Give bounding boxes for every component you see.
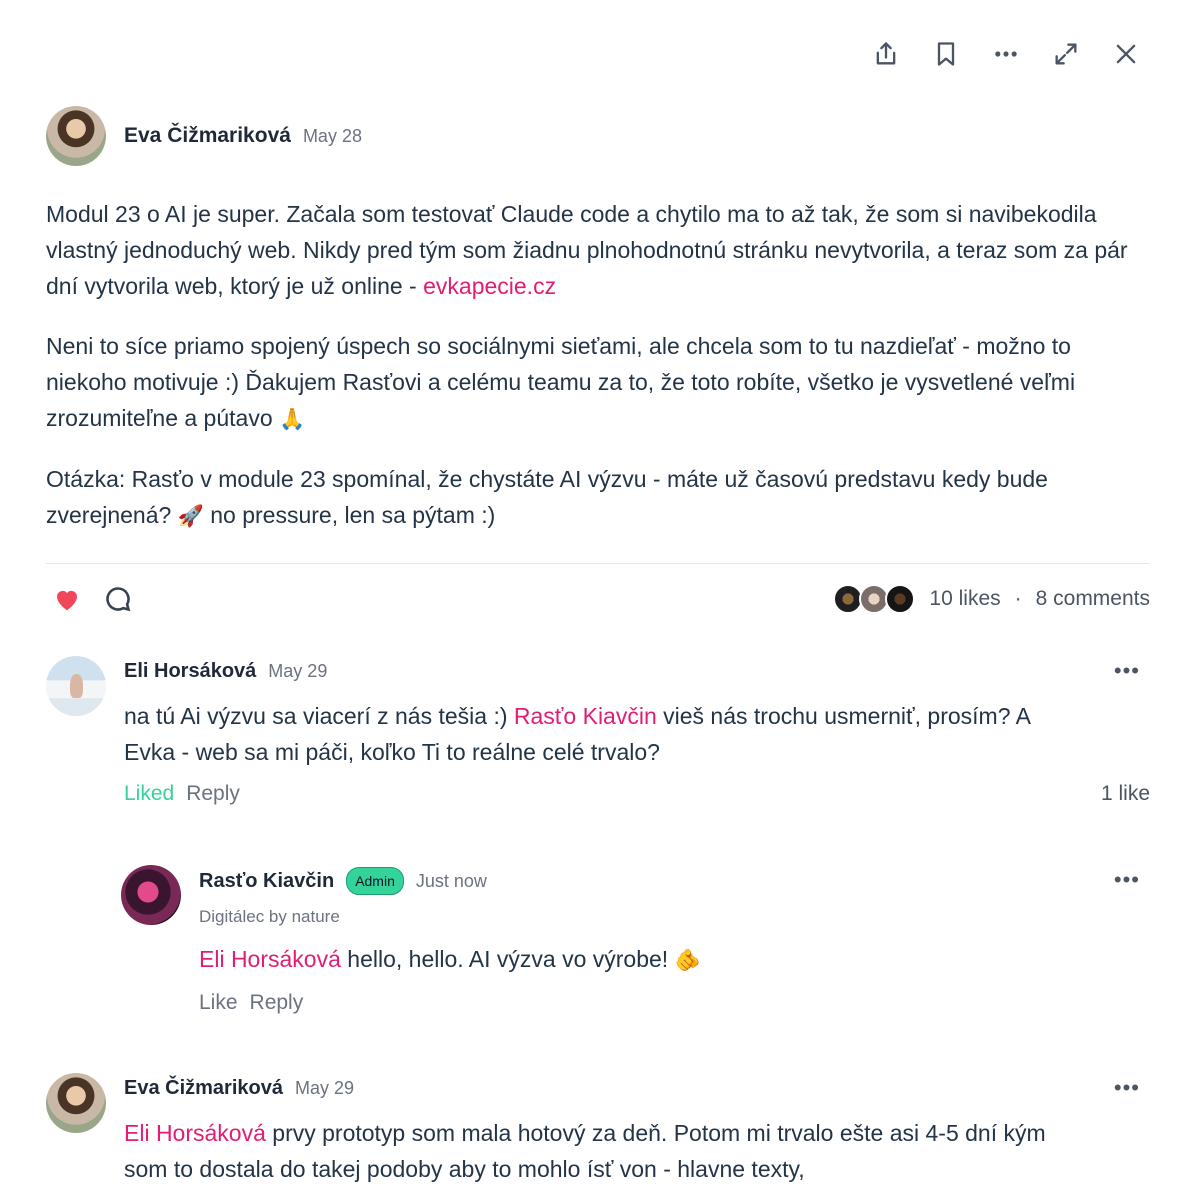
like-button[interactable]: Like	[199, 991, 238, 1015]
post-toolbar	[868, 36, 1144, 72]
bookmark-icon[interactable]	[928, 36, 964, 72]
share-icon[interactable]	[868, 36, 904, 72]
comment-text-part: hello, hello. AI výzva vo výrobe!	[340, 946, 675, 972]
likes-count[interactable]: 10 likes	[929, 587, 1000, 611]
post-text: Neni to síce priamo spojený úspech so so…	[46, 333, 1076, 431]
reply-button[interactable]: Reply	[186, 782, 240, 806]
mention-link[interactable]: Eli Horsáková	[199, 946, 341, 972]
comment-more-icon[interactable]: •••	[1114, 1075, 1140, 1101]
avatar[interactable]	[46, 656, 106, 716]
post-date: May 28	[302, 126, 362, 146]
expand-icon[interactable]	[1048, 36, 1084, 72]
comment-more-icon[interactable]: •••	[1114, 658, 1140, 684]
post-paragraph: Modul 23 o AI je super. Začala som testo…	[46, 196, 1150, 304]
mention-link[interactable]: Eli Horsáková	[124, 1120, 266, 1146]
comment-author-name[interactable]: Eva Čižmariková	[124, 1077, 283, 1100]
avatar	[885, 584, 916, 614]
comment-author-name[interactable]: Eli Horsáková	[124, 660, 256, 683]
comment-icon[interactable]	[104, 585, 132, 618]
post-body: Modul 23 o AI je super. Začala som testo…	[46, 196, 1150, 558]
liked-button[interactable]: Liked	[124, 782, 174, 806]
post-text: Modul 23 o AI je super. Začala som testo…	[46, 201, 1128, 299]
avatar[interactable]	[46, 106, 106, 166]
comment-actions: Like Reply	[199, 991, 303, 1015]
mention-link[interactable]: Rasťo Kiavčin	[514, 703, 657, 729]
comment-more-icon[interactable]: •••	[1114, 867, 1140, 893]
close-icon[interactable]	[1108, 36, 1144, 72]
comment-text: Eli Horsáková prvy prototyp som mala hot…	[124, 1115, 1084, 1187]
more-icon[interactable]	[988, 36, 1024, 72]
rocket-emoji-icon: 🚀	[177, 504, 204, 528]
post-text: no pressure, len sa pýtam :)	[203, 502, 496, 528]
comment-author-name[interactable]: Rasťo Kiavčin	[199, 870, 334, 893]
post-actions	[52, 584, 132, 619]
comments-count[interactable]: 8 comments	[1036, 587, 1150, 611]
comment-text: Eli Horsáková hello, hello. AI výzva vo …	[199, 941, 1099, 978]
comment-date: May 29	[294, 1078, 355, 1098]
comment-actions: Liked Reply	[124, 782, 240, 806]
pray-emoji-icon: 🙏	[279, 407, 306, 431]
admin-badge: Admin	[346, 867, 404, 895]
comment-date: Just now	[415, 870, 487, 891]
comment-text-part: na tú Ai výzvu sa viacerí z nás tešia :)	[124, 703, 514, 729]
divider	[46, 563, 1150, 564]
post-header: Eva Čižmariková May 28	[46, 106, 362, 166]
comment-like-count[interactable]: 1 like	[1101, 782, 1150, 806]
heart-icon[interactable]	[52, 584, 82, 619]
reply-button[interactable]: Reply	[250, 991, 304, 1015]
avatar[interactable]	[121, 865, 181, 925]
author-subtitle: Digitálec by nature	[199, 907, 340, 926]
pointing-emoji-icon: 🫵	[674, 948, 701, 972]
website-link[interactable]: evkapecie.cz	[423, 273, 556, 299]
stats-separator: ·	[1014, 587, 1022, 610]
avatar[interactable]	[46, 1073, 106, 1133]
likers-avatars[interactable]	[833, 584, 916, 614]
post-paragraph: Otázka: Rasťo v module 23 spomínal, že c…	[46, 461, 1150, 534]
post-paragraph: Neni to síce priamo spojený úspech so so…	[46, 328, 1150, 437]
comment-date: May 29	[268, 661, 328, 681]
post-author-name[interactable]: Eva Čižmariková	[124, 124, 291, 148]
comment-text: na tú Ai výzvu sa viacerí z nás tešia :)…	[124, 698, 1084, 770]
post-stats: 10 likes · 8 comments	[833, 584, 1150, 614]
